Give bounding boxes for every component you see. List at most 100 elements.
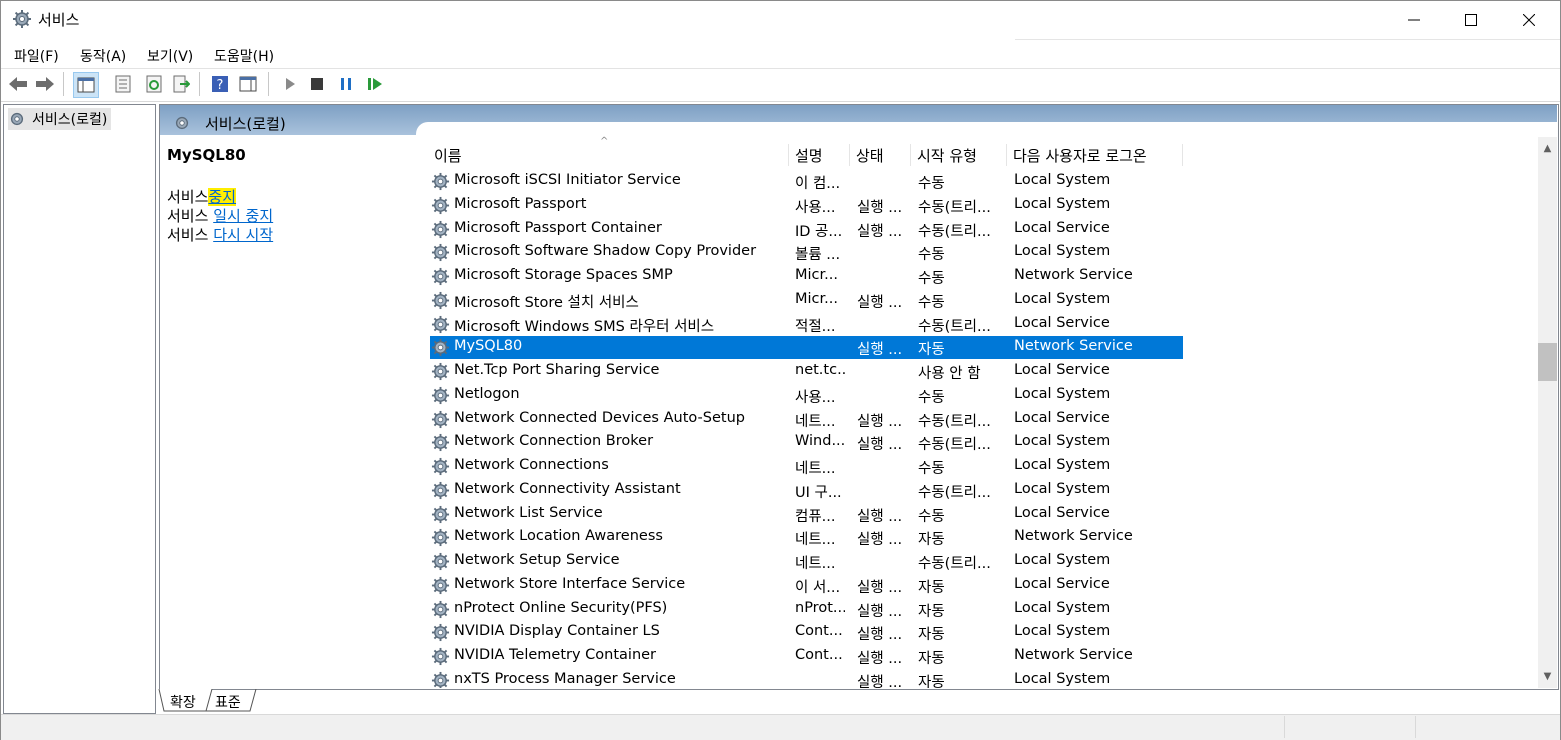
service-description: 네트... bbox=[795, 461, 836, 477]
service-name: Network Connectivity Assistant bbox=[454, 481, 681, 497]
service-description: Micr... bbox=[795, 291, 838, 307]
table-row[interactable]: Microsoft Passport 사용... 실행 ... 수동(트리... Loc… bbox=[430, 194, 1183, 217]
service-startup-type: 수동 bbox=[918, 176, 945, 192]
service-name: Microsoft Store 설치 서비스 bbox=[454, 295, 639, 311]
service-description: 이 서... bbox=[795, 580, 841, 596]
status-bar bbox=[1, 714, 1560, 740]
service-status: 실행 ... bbox=[857, 580, 903, 596]
service-log-on-as: Local System bbox=[1014, 291, 1111, 307]
service-name: Network Connections bbox=[454, 457, 609, 473]
service-description: 컴퓨... bbox=[795, 509, 836, 525]
scroll-down-icon[interactable]: ▼ bbox=[1538, 668, 1557, 685]
service-status: 실행 ... bbox=[857, 414, 903, 430]
service-log-on-as: Local Service bbox=[1014, 576, 1110, 592]
table-row[interactable]: Network Connections 네트... 수동 Local System bbox=[430, 455, 1183, 478]
service-gear-icon bbox=[431, 291, 450, 310]
service-startup-type: 수동(트리... bbox=[918, 485, 991, 501]
service-startup-type: 수동(트리... bbox=[918, 437, 991, 453]
service-gear-icon bbox=[431, 457, 450, 476]
service-gear-icon bbox=[431, 552, 450, 571]
table-row[interactable]: Network Connected Devices Auto-Setup 네트..… bbox=[430, 408, 1183, 431]
table-row[interactable]: Microsoft iSCSI Initiator Service 이 컴... 수… bbox=[430, 170, 1183, 193]
service-log-on-as: Local System bbox=[1014, 433, 1111, 449]
service-status: 실행 ... bbox=[857, 675, 903, 688]
service-startup-type: 수동 bbox=[918, 271, 945, 287]
service-status: 실행 ... bbox=[857, 604, 903, 620]
service-description: ID 공... bbox=[795, 224, 843, 240]
table-row[interactable]: Microsoft Storage Spaces SMP Micr... 수동 Net… bbox=[430, 265, 1183, 288]
table-row[interactable]: Microsoft Windows SMS 라우터 서비스 적절... 수동(트리.… bbox=[430, 313, 1183, 336]
service-description: 사용... bbox=[795, 200, 836, 216]
service-log-on-as: Local System bbox=[1014, 457, 1111, 473]
vertical-scrollbar[interactable] bbox=[1538, 137, 1557, 688]
table-row[interactable]: Net.Tcp Port Sharing Service net.tc... 사용 … bbox=[430, 360, 1183, 383]
service-description: 볼륨 ... bbox=[795, 247, 841, 263]
service-gear-icon bbox=[431, 196, 450, 215]
service-status: 실행 ... bbox=[857, 224, 903, 240]
table-row[interactable]: Microsoft Software Shadow Copy Provider 볼… bbox=[430, 241, 1183, 264]
service-startup-type: 자동 bbox=[918, 580, 945, 596]
table-row[interactable]: nxTS Process Manager Service 실행 ... 자동 Loca… bbox=[430, 669, 1183, 688]
table-row[interactable]: Network Store Interface Service 이 서... 실행 … bbox=[430, 574, 1183, 597]
table-row[interactable]: Network Connectivity Assistant UI 구... 수동(… bbox=[430, 479, 1183, 502]
service-gear-icon bbox=[431, 362, 450, 381]
service-startup-type: 수동(트리... bbox=[918, 319, 991, 335]
service-gear-icon bbox=[431, 220, 450, 239]
scrollbar-thumb[interactable] bbox=[1538, 343, 1557, 381]
service-startup-type: 수동(트리... bbox=[918, 200, 991, 216]
service-log-on-as: Local System bbox=[1014, 671, 1111, 687]
service-gear-icon bbox=[431, 647, 450, 666]
service-name: Network Location Awareness bbox=[454, 528, 663, 544]
table-row[interactable]: MySQL80 실행 ... 자동 Network Service bbox=[430, 336, 1183, 359]
service-log-on-as: Network Service bbox=[1014, 647, 1133, 663]
service-name: nProtect Online Security(PFS) bbox=[454, 600, 668, 616]
tab-extended[interactable]: 확장 bbox=[170, 692, 196, 712]
table-row[interactable]: Microsoft Passport Container ID 공... 실행 ..… bbox=[430, 218, 1183, 241]
service-description: 네트... bbox=[795, 532, 836, 548]
service-startup-type: 사용 안 함 bbox=[918, 366, 981, 382]
service-status: 실행 ... bbox=[857, 295, 903, 311]
service-description: nProt... bbox=[795, 600, 845, 616]
service-log-on-as: Local System bbox=[1014, 243, 1111, 259]
table-row[interactable]: Network Setup Service 네트... 수동(트리... Local … bbox=[430, 550, 1183, 573]
table-row[interactable]: Microsoft Store 설치 서비스 Micr... 실행 ... 수동 Loc… bbox=[430, 289, 1183, 312]
service-gear-icon bbox=[431, 172, 450, 191]
service-log-on-as: Local System bbox=[1014, 386, 1111, 402]
table-row[interactable]: Netlogon 사용... 수동 Local System bbox=[430, 384, 1183, 407]
service-status: 실행 ... bbox=[857, 342, 903, 358]
service-name: NVIDIA Telemetry Container bbox=[454, 647, 657, 663]
service-startup-type: 수동 bbox=[918, 247, 945, 263]
service-gear-icon bbox=[431, 315, 450, 334]
service-gear-icon bbox=[431, 505, 450, 524]
service-gear-icon bbox=[431, 576, 450, 595]
service-status: 실행 ... bbox=[857, 627, 903, 643]
service-description: UI 구... bbox=[795, 485, 842, 501]
service-name: Microsoft Passport Container bbox=[454, 220, 662, 236]
service-gear-icon bbox=[431, 600, 450, 619]
table-row[interactable]: Network Location Awareness 네트... 실행 ... 자동 N… bbox=[430, 526, 1183, 549]
service-log-on-as: Local System bbox=[1014, 600, 1111, 616]
service-log-on-as: Local Service bbox=[1014, 220, 1110, 236]
scroll-up-icon[interactable]: ▲ bbox=[1538, 140, 1557, 157]
service-startup-type: 수동(트리... bbox=[918, 414, 991, 430]
service-gear-icon bbox=[431, 623, 450, 642]
table-row[interactable]: Network List Service 컴퓨... 실행 ... 수동 Local S… bbox=[430, 503, 1183, 526]
service-startup-type: 자동 bbox=[918, 675, 945, 688]
service-description: Wind... bbox=[795, 433, 845, 449]
service-gear-icon bbox=[431, 671, 450, 688]
service-description: 사용... bbox=[795, 390, 836, 406]
table-row[interactable]: Network Connection Broker Wind... 실행 ... 수동… bbox=[430, 431, 1183, 454]
service-log-on-as: Local System bbox=[1014, 172, 1111, 188]
service-gear-icon bbox=[431, 433, 450, 452]
service-log-on-as: Local Service bbox=[1014, 505, 1110, 521]
tab-standard[interactable]: 표준 bbox=[215, 692, 241, 712]
service-startup-type: 수동 bbox=[918, 461, 945, 477]
service-name: Microsoft iSCSI Initiator Service bbox=[454, 172, 681, 188]
service-startup-type: 자동 bbox=[918, 604, 945, 620]
service-description: Cont... bbox=[795, 647, 843, 663]
table-row[interactable]: NVIDIA Display Container LS Cont... 실행 ...… bbox=[430, 621, 1183, 644]
table-row[interactable]: nProtect Online Security(PFS) nProt... 실행 … bbox=[430, 598, 1183, 621]
service-log-on-as: Local Service bbox=[1014, 362, 1110, 378]
table-row[interactable]: NVIDIA Telemetry Container Cont... 실행 ... 자… bbox=[430, 645, 1183, 668]
status-separator bbox=[1415, 716, 1416, 738]
